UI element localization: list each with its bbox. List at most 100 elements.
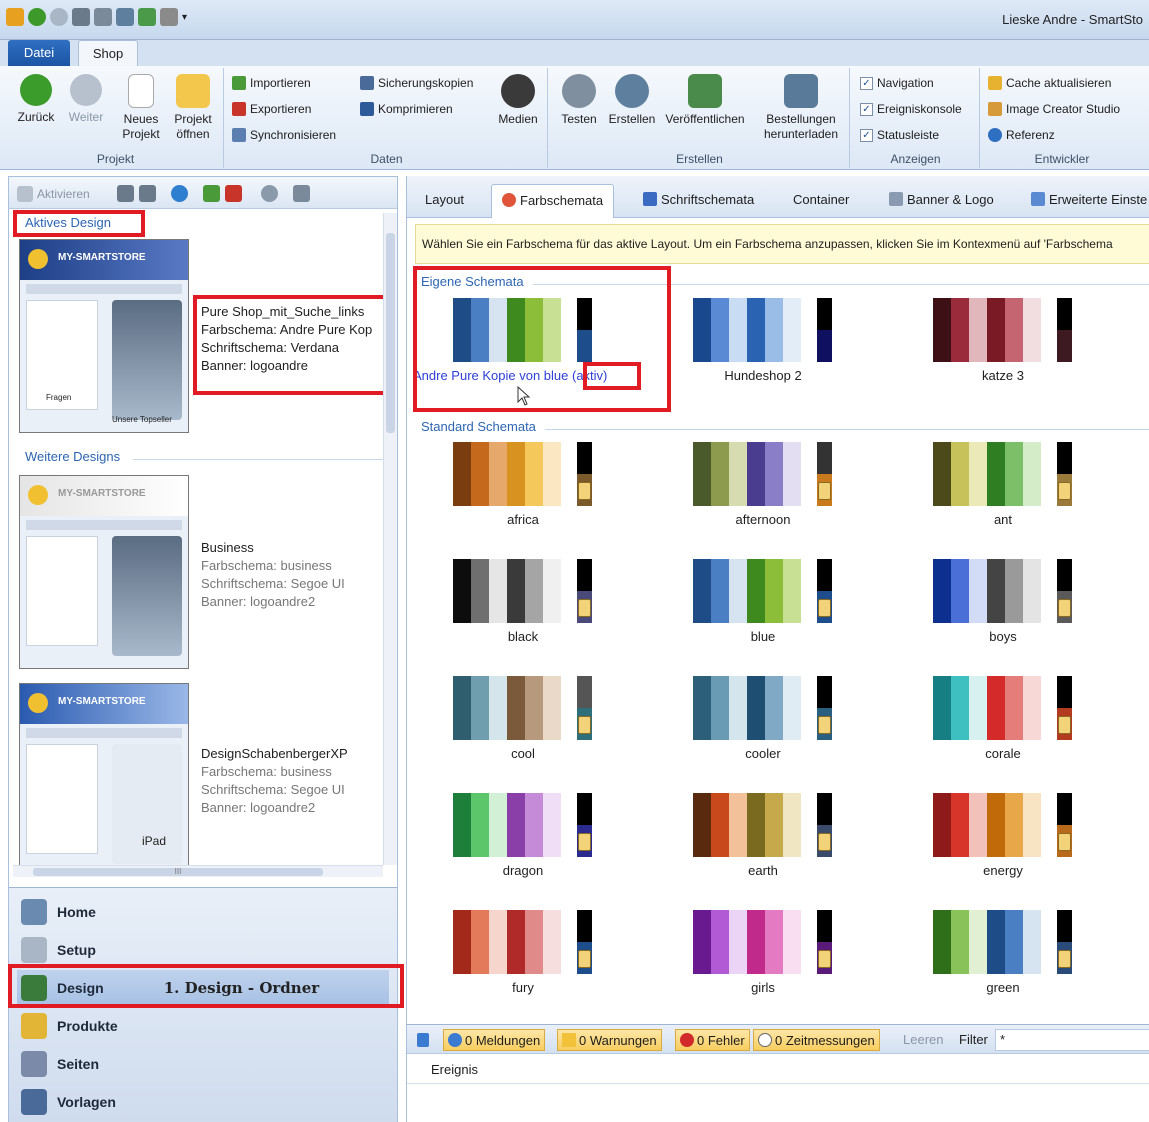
scheme-blue[interactable]: blue [673,559,832,659]
scheme-ant[interactable]: ant [913,442,1072,542]
event-console-checkbox[interactable]: ✓ Ereigniskonsole [860,102,962,116]
image-creator-button[interactable]: Image Creator Studio [988,102,1120,116]
nav-design[interactable]: Design 1. Design - Ordner [17,970,389,1006]
backup-button[interactable]: Sicherungskopien [360,76,473,90]
errors-button[interactable]: 0 Fehler [675,1029,750,1051]
warnings-button[interactable]: 0 Warnungen [557,1029,662,1051]
color-swatches [933,676,1073,740]
scheme-earth[interactable]: earth [673,793,832,893]
zoom-icon[interactable] [261,185,278,202]
vertical-scrollbar[interactable] [383,213,397,865]
compress-button[interactable]: Komprimieren [360,102,453,116]
back-button[interactable]: Zurück [12,74,60,125]
qat-dropdown-icon[interactable]: ▾ [182,12,187,23]
open-project-button[interactable]: Projekt öffnen [168,74,218,142]
design-book-icon [21,975,47,1001]
new-project-button[interactable]: Neues Projekt [116,74,166,142]
timings-button[interactable]: 0 Zeitmessungen [753,1029,880,1051]
tab-erweitert[interactable]: Erweiterte Einste [1021,184,1149,218]
back-icon[interactable] [28,8,46,26]
title-bar: ▾ Lieske Andre - SmartSto [0,0,1149,40]
scheme-black[interactable]: black [433,559,592,659]
open-project-label: Projekt öffnen [174,112,212,141]
design-folder-annotation: 1. Design - Ordner [163,979,320,997]
import-design-icon[interactable] [203,185,220,202]
save-all-icon[interactable] [139,185,156,202]
horizontal-scrollbar[interactable]: III [13,865,383,877]
scheme-corale[interactable]: corale [913,676,1072,776]
view-dropdown-icon[interactable] [293,185,310,202]
tab-layout[interactable]: Layout [415,184,474,218]
nav-vorlagen[interactable]: Vorlagen [17,1084,389,1120]
filter-input[interactable]: * [995,1029,1149,1051]
save-icon[interactable] [117,185,134,202]
gear-icon[interactable] [94,8,112,26]
scheme-girls[interactable]: girls [673,910,832,1010]
build-button[interactable]: Erstellen [604,74,660,127]
navigation-checkbox[interactable]: ✓ Navigation [860,76,934,90]
color-swatch [747,298,765,362]
scheme-cool[interactable]: cool [433,676,592,776]
nav-produkte[interactable]: Produkte [17,1008,389,1044]
scheme-dragon[interactable]: dragon [433,793,592,893]
color-swatch [693,910,711,974]
export-design-icon[interactable] [225,185,242,202]
test-button[interactable]: Testen [554,74,604,127]
scheme-green[interactable]: green [913,910,1072,1010]
scheme-fury[interactable]: fury [433,910,592,1010]
import-button[interactable]: Importieren [232,76,311,90]
refresh-cache-button[interactable]: Cache aktualisieren [988,76,1111,90]
statusbar-checkbox[interactable]: ✓ Statusleiste [860,128,939,142]
scroll-thumb[interactable] [386,233,395,433]
scheme-energy[interactable]: energy [913,793,1072,893]
refresh-icon[interactable] [171,185,188,202]
export-button[interactable]: Exportieren [232,102,311,116]
scheme-name: Andre Pure Kopie von blue (aktiv) [413,368,653,383]
color-swatch [507,910,525,974]
own-scheme-andre-pure-kopie-von-blue[interactable]: Andre Pure Kopie von blue (aktiv) [413,298,607,398]
color-swatch [693,793,711,857]
nav-seiten[interactable]: Seiten [17,1046,389,1082]
color-swatch [711,910,729,974]
clipboard-icon[interactable] [160,8,178,26]
pin-icon[interactable] [417,1033,429,1047]
messages-button[interactable]: 0 Meldungen [443,1029,546,1051]
design-thumbnail-business[interactable]: MY-SMARTSTORE [19,475,189,669]
clear-button[interactable]: Leeren [903,1032,943,1047]
forward-icon[interactable] [50,8,68,26]
tab-datei[interactable]: Datei [8,40,70,66]
active-design-thumbnail[interactable]: MY-SMARTSTORE Fragen Unsere Topseller [19,239,189,433]
nav-setup[interactable]: Setup [17,932,389,968]
lock-icon [818,599,831,617]
media-icon[interactable] [72,8,90,26]
publish-button[interactable]: Veröffentlichen [660,74,750,127]
gears-icon[interactable] [116,8,134,26]
tab-farbschemata[interactable]: Farbschemata [491,184,615,218]
scroll-thumb[interactable]: III [33,868,323,876]
publish-icon[interactable] [138,8,156,26]
color-swatch [951,298,969,362]
nav-home[interactable]: Home [17,894,389,930]
scheme-boys[interactable]: boys [913,559,1072,659]
reference-button[interactable]: Referenz [988,128,1055,142]
design-thumbnail-schabenberger[interactable]: MY-SMARTSTORE iPad [19,683,189,871]
sync-button[interactable]: Synchronisieren [232,128,336,142]
app-menu-icon[interactable] [6,8,24,26]
tab-banner-logo[interactable]: Banner & Logo [879,184,1004,218]
tab-schriftschemata[interactable]: Schriftschemata [633,184,764,218]
scheme-cooler[interactable]: cooler [673,676,832,776]
active-design-schriftschema: Schriftschema: Verdana [201,340,340,355]
forward-button[interactable]: Weiter [62,74,110,125]
color-swatch [1005,442,1023,506]
own-scheme-hundeshop-2[interactable]: Hundeshop 2 [673,298,832,398]
tab-container[interactable]: Container [783,184,859,218]
scheme-afternoon[interactable]: afternoon [673,442,832,542]
ribbon: Zurück Weiter Neues Projekt Projekt öffn… [0,66,1149,170]
own-scheme-katze-3[interactable]: katze 3 [913,298,1072,398]
tab-shop[interactable]: Shop [78,40,138,66]
download-orders-button[interactable]: Bestellungen herunterladen [760,74,842,142]
media-button[interactable]: Medien [490,74,546,127]
scheme-africa[interactable]: africa [433,442,592,542]
activate-button[interactable]: Aktivieren [17,186,90,202]
pages-icon [21,1051,47,1077]
